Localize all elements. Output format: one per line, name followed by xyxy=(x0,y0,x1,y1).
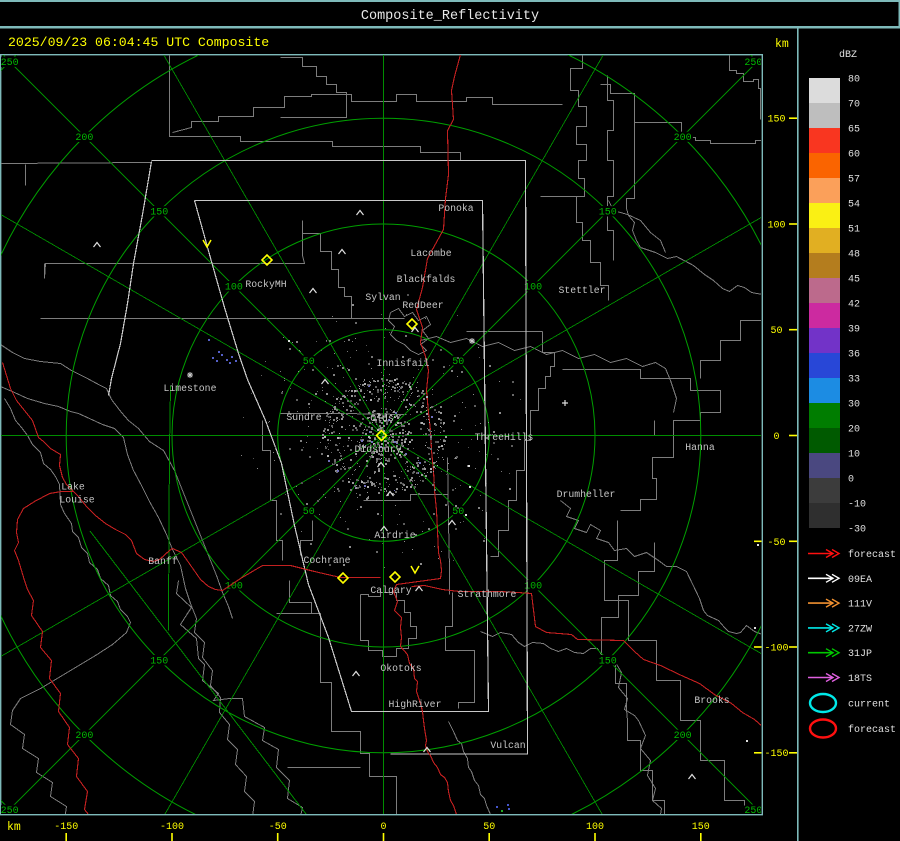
svg-text:30: 30 xyxy=(848,400,860,411)
svg-text:18TS: 18TS xyxy=(848,674,872,685)
svg-text:80: 80 xyxy=(848,75,860,86)
svg-text:Stettler: Stettler xyxy=(558,285,605,296)
svg-text:150: 150 xyxy=(692,822,710,833)
svg-text:09EA: 09EA xyxy=(848,575,872,586)
svg-text:forecast: forecast xyxy=(848,724,896,736)
svg-text:0: 0 xyxy=(848,475,854,486)
svg-text:-50: -50 xyxy=(269,822,287,833)
svg-text:150: 150 xyxy=(150,656,168,667)
svg-text:70: 70 xyxy=(848,100,860,111)
svg-text:forecast: forecast xyxy=(848,549,896,561)
svg-text:current: current xyxy=(848,700,890,711)
svg-text:0: 0 xyxy=(773,432,779,443)
svg-text:RedDeer: RedDeer xyxy=(402,300,443,311)
svg-text:0: 0 xyxy=(380,822,386,833)
svg-text:-30: -30 xyxy=(848,525,866,536)
svg-text:Drumheller: Drumheller xyxy=(557,489,616,500)
svg-text:39: 39 xyxy=(848,325,860,336)
svg-text:57: 57 xyxy=(848,175,860,186)
svg-text:33: 33 xyxy=(848,375,860,386)
svg-text:Vulcan: Vulcan xyxy=(490,740,525,751)
svg-text:150: 150 xyxy=(599,656,617,667)
svg-text:54: 54 xyxy=(848,200,860,211)
svg-text:31JP: 31JP xyxy=(848,649,872,660)
svg-text:50: 50 xyxy=(303,507,315,518)
svg-text:Strathmore: Strathmore xyxy=(458,589,517,600)
svg-text:Airdrie: Airdrie xyxy=(374,530,415,541)
svg-text:Innisfail: Innisfail xyxy=(377,358,430,369)
svg-text:50: 50 xyxy=(303,357,315,368)
svg-text:100: 100 xyxy=(225,282,243,293)
svg-text:Lake: Lake xyxy=(61,482,85,493)
svg-text:Ponoka: Ponoka xyxy=(438,203,473,214)
svg-text:200: 200 xyxy=(674,133,692,144)
svg-text:150: 150 xyxy=(150,208,168,219)
svg-text:Olds: Olds xyxy=(370,413,394,424)
svg-text:48: 48 xyxy=(848,250,860,261)
svg-text:RockyMH: RockyMH xyxy=(245,279,286,290)
svg-text:111V: 111V xyxy=(848,600,872,611)
svg-text:200: 200 xyxy=(75,731,93,742)
svg-text:65: 65 xyxy=(848,125,860,136)
svg-text:2025/09/23 06:04:45 UTC Compos: 2025/09/23 06:04:45 UTC Composite xyxy=(8,35,269,50)
svg-text:100: 100 xyxy=(524,282,542,293)
svg-text:27ZW: 27ZW xyxy=(848,624,872,635)
svg-text:100: 100 xyxy=(767,221,785,232)
svg-text:HighRiver: HighRiver xyxy=(389,699,442,710)
svg-text:-10: -10 xyxy=(848,500,866,511)
svg-text:Okotoks: Okotoks xyxy=(380,663,421,674)
svg-text:Composite_Reflectivity: Composite_Reflectivity xyxy=(361,9,539,24)
svg-text:Brooks: Brooks xyxy=(694,695,729,706)
svg-text:Louise: Louise xyxy=(59,495,94,506)
svg-text:200: 200 xyxy=(674,731,692,742)
svg-text:45: 45 xyxy=(848,275,860,286)
svg-text:Lacombe: Lacombe xyxy=(410,248,451,259)
svg-text:51: 51 xyxy=(848,225,860,236)
svg-text:250: 250 xyxy=(1,58,19,69)
svg-text:Sundre: Sundre xyxy=(286,412,321,423)
svg-text:Calgary: Calgary xyxy=(370,585,411,596)
svg-text:Cochrane: Cochrane xyxy=(303,555,350,566)
svg-text:km: km xyxy=(7,821,21,834)
svg-text:km: km xyxy=(775,38,789,51)
svg-text:Banff: Banff xyxy=(148,556,178,567)
svg-text:dBZ: dBZ xyxy=(839,49,857,61)
svg-text:-150: -150 xyxy=(54,822,78,833)
svg-text:20: 20 xyxy=(848,425,860,436)
svg-text:Hanna: Hanna xyxy=(685,442,715,453)
svg-text:150: 150 xyxy=(599,208,617,219)
svg-text:250: 250 xyxy=(744,58,762,69)
svg-text:10: 10 xyxy=(848,450,860,461)
svg-text:-50: -50 xyxy=(767,538,785,549)
svg-text:Limestone: Limestone xyxy=(164,383,217,394)
svg-text:-100: -100 xyxy=(764,644,788,655)
svg-text:Sylvan: Sylvan xyxy=(365,292,400,303)
svg-text:36: 36 xyxy=(848,350,860,361)
svg-text:-100: -100 xyxy=(160,822,184,833)
svg-text:Didsbury: Didsbury xyxy=(354,444,401,455)
svg-text:50: 50 xyxy=(483,822,495,833)
svg-text:Blackfalds: Blackfalds xyxy=(397,274,456,285)
svg-text:42: 42 xyxy=(848,300,860,311)
svg-text:100: 100 xyxy=(586,822,604,833)
svg-text:-150: -150 xyxy=(764,749,788,760)
svg-text:60: 60 xyxy=(848,150,860,161)
svg-text:150: 150 xyxy=(767,115,785,126)
svg-text:200: 200 xyxy=(75,133,93,144)
svg-text:ThreeHills: ThreeHills xyxy=(475,432,534,443)
svg-text:50: 50 xyxy=(770,326,782,337)
